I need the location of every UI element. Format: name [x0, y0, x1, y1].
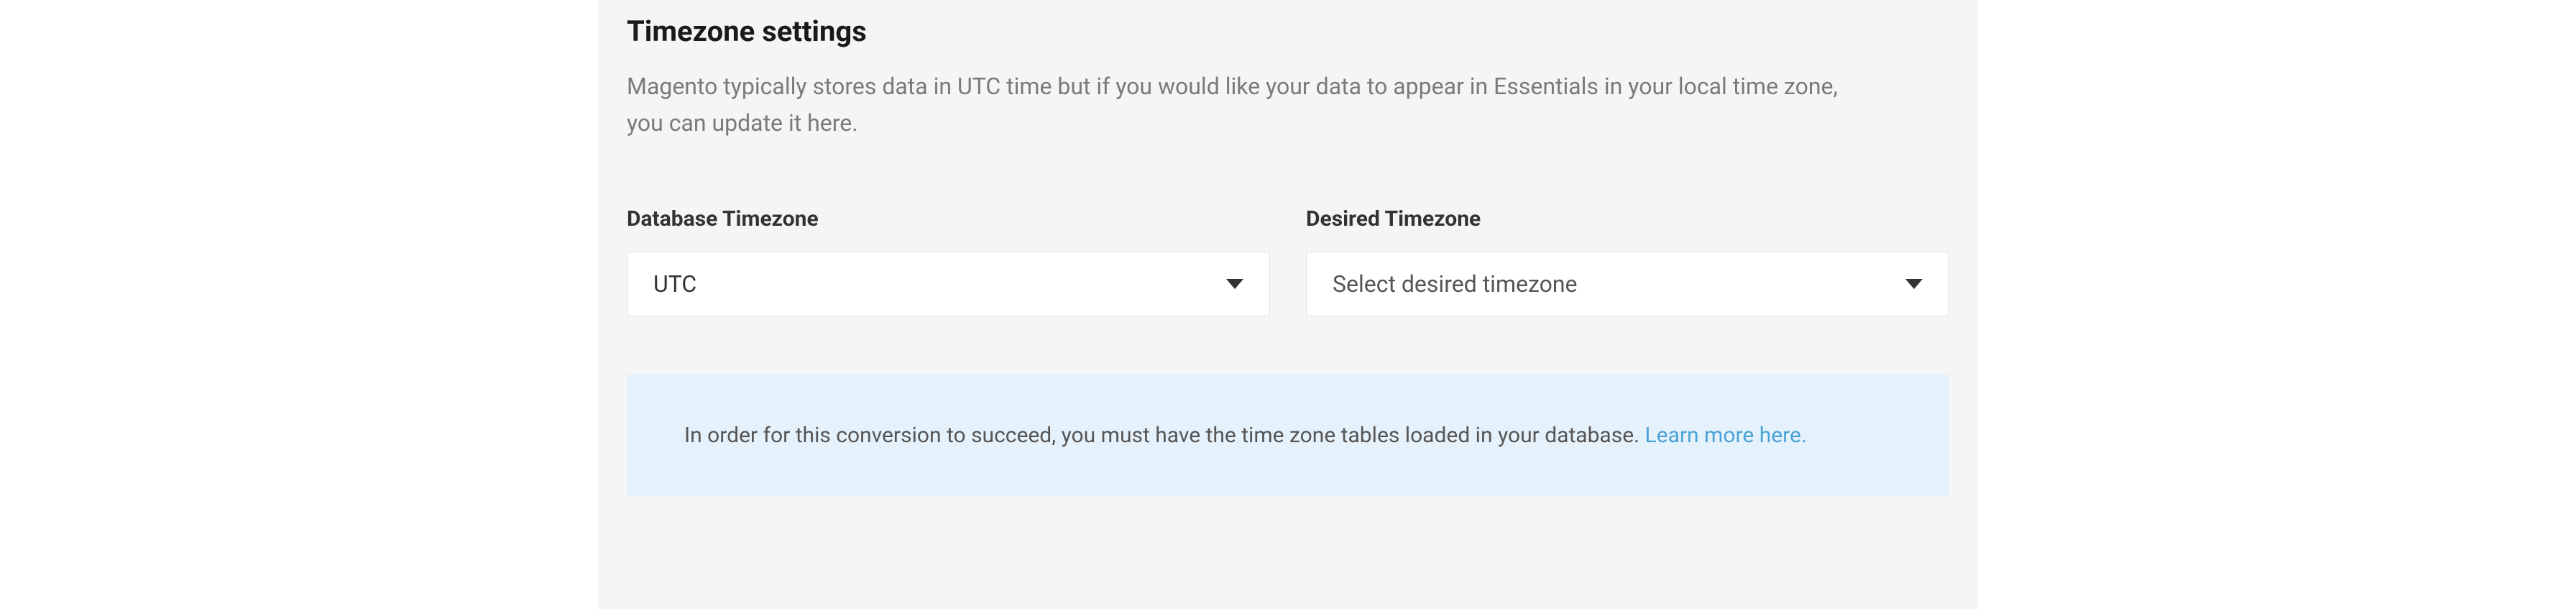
database-timezone-label: Database Timezone [627, 206, 1270, 232]
section-title: Timezone settings [627, 14, 1949, 48]
desired-timezone-placeholder: Select desired timezone [1333, 270, 1905, 298]
info-message: In order for this conversion to succeed,… [684, 423, 1645, 448]
timezone-settings-panel: Timezone settings Magento typically stor… [598, 0, 1978, 609]
chevron-down-icon [1226, 279, 1243, 289]
database-timezone-field: Database Timezone UTC [627, 206, 1270, 316]
desired-timezone-select[interactable]: Select desired timezone [1306, 252, 1949, 316]
database-timezone-value: UTC [653, 270, 1226, 298]
fields-row: Database Timezone UTC Desired Timezone S… [627, 206, 1949, 316]
database-timezone-select[interactable]: UTC [627, 252, 1270, 316]
learn-more-link[interactable]: Learn more here. [1645, 423, 1807, 448]
section-description: Magento typically stores data in UTC tim… [627, 68, 1877, 142]
desired-timezone-field: Desired Timezone Select desired timezone [1306, 206, 1949, 316]
info-banner: In order for this conversion to succeed,… [627, 374, 1949, 497]
info-text: In order for this conversion to succeed,… [684, 417, 1892, 454]
desired-timezone-label: Desired Timezone [1306, 206, 1949, 232]
chevron-down-icon [1905, 279, 1923, 289]
